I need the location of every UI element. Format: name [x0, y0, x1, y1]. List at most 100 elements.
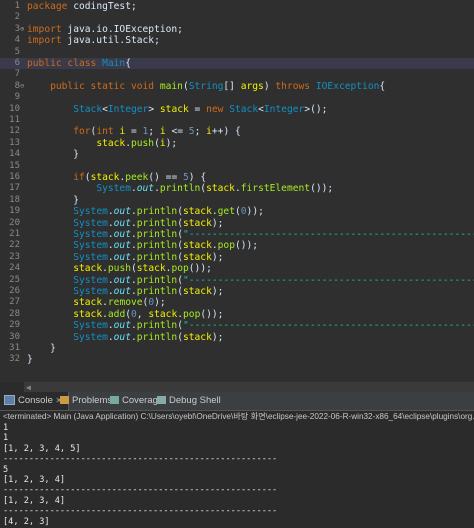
code-line[interactable]: 32}: [0, 354, 474, 365]
code-token: println: [136, 240, 178, 252]
console-line: 1: [3, 423, 9, 433]
code-line[interactable]: 10 Stack<Integer> stack = new Stack<Inte…: [0, 104, 474, 115]
code-token: import: [27, 23, 62, 35]
tab-debug-shell[interactable]: Debug Shell: [157, 392, 221, 410]
line-number: 17: [9, 183, 20, 194]
code-token: public static void: [50, 80, 155, 92]
code-line[interactable]: 4 import java.util.Stack;: [0, 35, 474, 46]
code-text: System.out.println(stack.firstElement())…: [27, 183, 333, 194]
code-token: ++) {: [211, 126, 241, 138]
code-text: System.out.println(stack);: [27, 286, 223, 297]
code-line[interactable]: 22 System.out.println(stack.pop());: [0, 240, 474, 251]
line-number: 22: [9, 240, 20, 251]
code-line[interactable]: 17 System.out.println(stack.firstElement…: [0, 183, 474, 194]
code-line[interactable]: 8 ⊖ public static void main(String[] args…: [0, 81, 474, 92]
code-line[interactable]: 3 ⊕ import java.io.IOException;: [0, 24, 474, 35]
line-number: 31: [9, 343, 20, 353]
console-line: [1, 2, 3, 4]: [3, 495, 66, 506]
code-line[interactable]: 13 stack.push(i);: [0, 138, 474, 149]
code-text: stack.push(i);: [27, 138, 177, 149]
code-line[interactable]: 18 }: [0, 195, 474, 206]
code-line[interactable]: 14 }: [0, 149, 474, 160]
code-token: ));: [246, 206, 264, 218]
code-token: stack: [96, 137, 126, 149]
line-number: 7: [14, 69, 20, 80]
code-token: println: [159, 183, 201, 195]
code-line[interactable]: 12 for(int i = 1; i <= 5; i++) {: [0, 126, 474, 137]
code-line[interactable]: 24 stack.push(stack.pop());: [0, 263, 474, 274]
code-token: println: [136, 229, 178, 240]
tab-console[interactable]: Console ✕: [0, 392, 70, 410]
code-line[interactable]: 27 stack.remove(0);: [0, 297, 474, 308]
console-line: ----------------------------------------…: [3, 454, 278, 465]
fold-marker-icon[interactable]: ⊕: [20, 24, 25, 35]
code-token: firstElement: [240, 183, 311, 195]
code-token: out: [113, 206, 131, 218]
scroll-left-icon[interactable]: ◀: [26, 383, 31, 392]
code-token: stack: [159, 103, 189, 115]
code-token: ,: [136, 308, 149, 320]
code-line[interactable]: 1 package codingTest;: [0, 1, 474, 12]
code-line[interactable]: 28 stack.add(0, stack.pop());: [0, 309, 474, 320]
code-token: stack: [182, 240, 212, 252]
tab-debug-shell-label: Debug Shell: [169, 395, 221, 406]
code-token: ;: [148, 126, 160, 138]
code-line[interactable]: 16 if(stack.peek() == 5) {: [0, 172, 474, 183]
code-token: System: [73, 320, 108, 332]
code-text: }: [27, 354, 33, 365]
code-token: Main: [102, 58, 126, 69]
console-line: 5: [3, 464, 9, 475]
code-text: if(stack.peek() == 5) {: [27, 172, 206, 183]
code-line[interactable]: 6 public class Main{: [0, 58, 474, 70]
code-text: Stack<Integer> stack = new Stack<Integer…: [27, 104, 327, 115]
code-token: String: [188, 80, 224, 92]
code-token: out: [113, 286, 131, 297]
code-text: System.out.println("--------------------…: [27, 320, 474, 331]
code-line[interactable]: 30 System.out.println(stack);: [0, 332, 474, 343]
code-line[interactable]: 23 System.out.println(stack);: [0, 252, 474, 263]
code-token: peek: [125, 172, 149, 183]
code-token: System: [73, 286, 108, 297]
code-line[interactable]: 26 System.out.println(stack);: [0, 286, 474, 297]
code-line[interactable]: 20 System.out.println(stack);: [0, 218, 474, 229]
code-token: }: [27, 194, 79, 206]
code-editor[interactable]: 1 package codingTest; 2 3 ⊕ import java.io.IO…: [0, 0, 474, 382]
fold-marker-icon[interactable]: ⊖: [20, 81, 25, 92]
code-text: System.out.println(stack.pop());: [27, 240, 258, 251]
code-token: =: [125, 126, 143, 138]
line-number: 32: [9, 354, 20, 365]
code-token: args: [240, 80, 264, 92]
code-token: stack: [206, 183, 235, 195]
code-text: public static void main(String[] args) t…: [27, 81, 385, 92]
code-line[interactable]: 25 System.out.println("-----------------…: [0, 275, 474, 286]
code-line[interactable]: 7: [0, 69, 474, 80]
line-number: 18: [9, 194, 20, 205]
tab-problems[interactable]: Problems: [60, 392, 112, 410]
code-line[interactable]: 5: [0, 47, 474, 58]
code-line[interactable]: 19 System.out.println(stack.get(0));: [0, 206, 474, 217]
code-token: "---------------------------------------…: [182, 274, 474, 286]
line-number: 23: [9, 251, 20, 262]
tab-coverage[interactable]: Coverage: [110, 392, 163, 410]
code-line[interactable]: 21 System.out.println("-----------------…: [0, 229, 474, 240]
code-line[interactable]: 29 System.out.println("-----------------…: [0, 320, 474, 331]
tab-problems-label: Problems: [72, 395, 113, 406]
code-token: );: [211, 217, 224, 229]
code-line[interactable]: 11: [0, 115, 474, 126]
code-line[interactable]: 31 }: [0, 343, 474, 354]
horizontal-scrollbar[interactable]: ◀: [24, 382, 474, 392]
code-line[interactable]: 15: [0, 161, 474, 172]
code-token: System: [73, 331, 108, 343]
code-token: {: [379, 80, 386, 92]
code-token: );: [165, 137, 178, 149]
code-token: }: [27, 354, 33, 366]
code-line[interactable]: 2: [0, 12, 474, 23]
code-line[interactable]: 9: [0, 92, 474, 103]
code-token: add: [107, 308, 126, 320]
